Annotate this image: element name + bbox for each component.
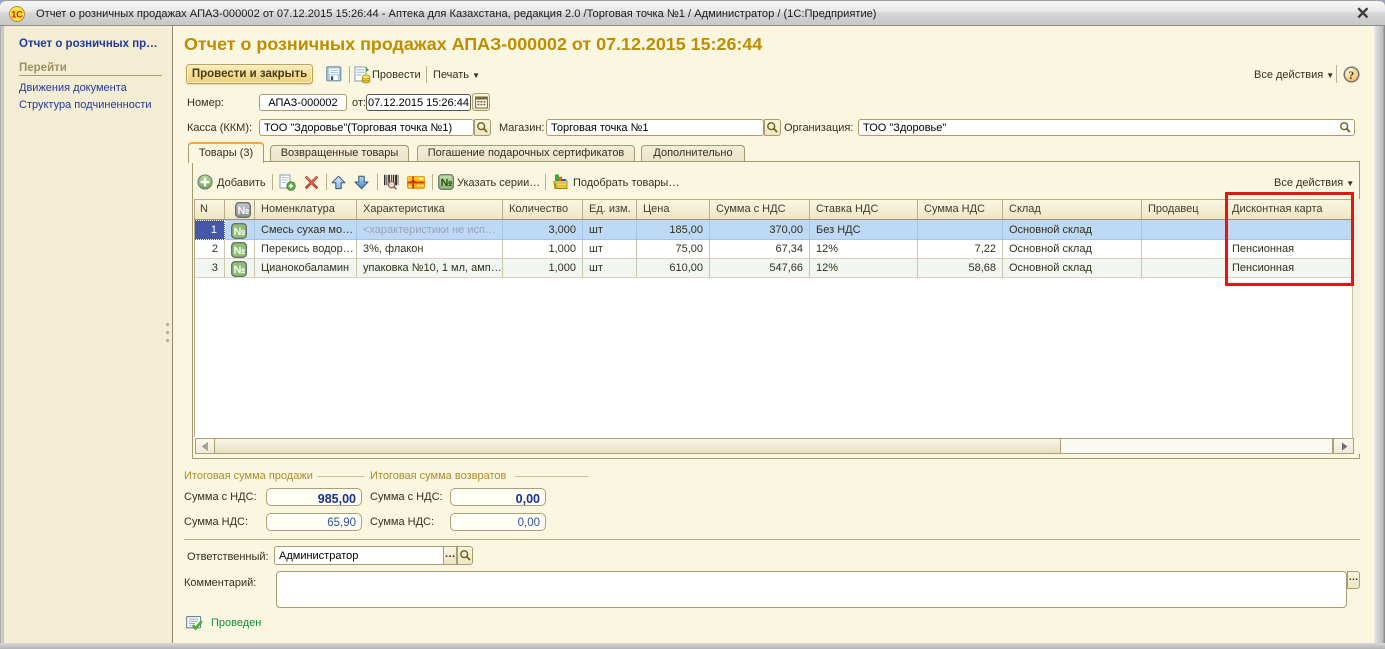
- svg-text:№: №: [234, 226, 246, 238]
- svg-text:№: №: [238, 205, 250, 217]
- svg-text:№: №: [234, 264, 246, 276]
- svg-text:?: ?: [1348, 68, 1354, 82]
- svg-text:1С: 1С: [11, 10, 23, 20]
- svg-text:№: №: [234, 245, 246, 257]
- svg-text:№: №: [441, 177, 453, 189]
